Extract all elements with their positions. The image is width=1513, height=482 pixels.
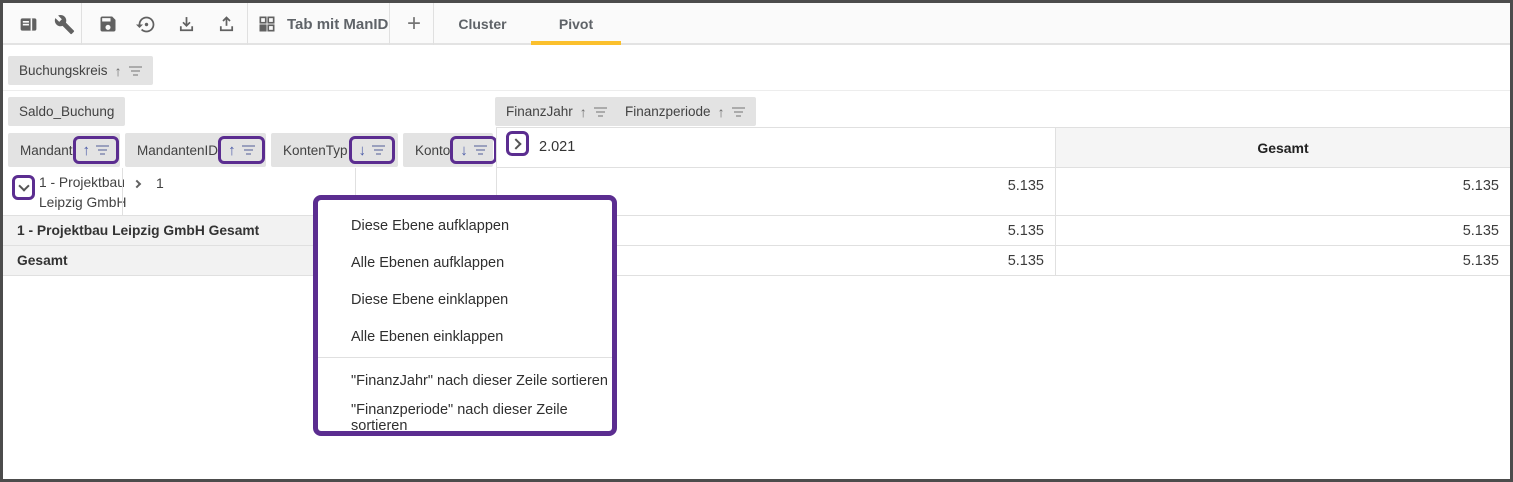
chevron-right-icon — [510, 138, 521, 149]
field-chip-label: FinanzJahr — [506, 104, 573, 119]
filter-icon[interactable] — [732, 107, 745, 117]
collapse-row-button[interactable] — [12, 175, 35, 200]
field-chip-finanzperiode[interactable]: Finanzperiode ↑ — [614, 97, 756, 126]
chevron-down-icon — [18, 180, 29, 191]
download-button[interactable] — [167, 5, 205, 43]
konto-sort-filter-box[interactable]: ↓ — [450, 136, 497, 164]
row-label: 1 - Projektbau Leipzig GmbH — [39, 173, 131, 213]
tab-with-manid-button[interactable]: Tab mit ManID — [257, 5, 388, 43]
kontentyp-sort-filter-box[interactable]: ↓ — [349, 136, 396, 164]
menu-divider — [318, 357, 612, 358]
sort-asc-icon[interactable]: ↑ — [580, 105, 587, 119]
menu-item-sort-finanzperiode[interactable]: "Finanzperiode" nach dieser Zeile sortie… — [318, 399, 612, 436]
menu-item-collapse-all-levels[interactable]: Alle Ebenen einklappen — [318, 318, 612, 355]
mandant-sort-filter-box[interactable]: ↑ — [73, 136, 120, 164]
tab-pivot[interactable]: Pivot — [531, 3, 621, 45]
sort-desc-icon[interactable]: ↓ — [460, 143, 468, 158]
tab-pivot-label: Pivot — [559, 16, 593, 32]
add-tab-button[interactable]: + — [395, 5, 433, 43]
filter-icon[interactable] — [96, 145, 109, 155]
context-menu: Diese Ebene aufklappen Alle Ebenen aufkl… — [313, 195, 617, 436]
column-divider — [122, 168, 123, 216]
active-tab-underline — [531, 41, 621, 45]
download-icon — [176, 14, 197, 35]
settings-button[interactable] — [45, 5, 83, 43]
section-divider — [3, 90, 1510, 91]
filter-icon[interactable] — [242, 145, 255, 155]
toolbar-separator — [247, 3, 248, 45]
plus-icon: + — [407, 10, 421, 38]
field-chip-buchungskreis[interactable]: Buchungskreis ↑ — [8, 56, 153, 85]
upload-button[interactable] — [207, 5, 245, 43]
view-list-button[interactable] — [9, 5, 47, 43]
pivot-app: Tab mit ManID + Cluster Pivot Buchungskr… — [3, 3, 1510, 479]
child-row-label: 1 — [156, 175, 164, 191]
expand-column-group-button[interactable] — [506, 131, 529, 156]
sort-asc-icon[interactable]: ↑ — [228, 143, 236, 158]
menu-item-expand-this-level[interactable]: Diese Ebene aufklappen — [318, 207, 612, 244]
restore-button[interactable] — [127, 5, 165, 43]
grand-total-header-label: Gesamt — [1257, 140, 1308, 156]
tab-cluster-label: Cluster — [458, 16, 506, 32]
mandantenid-sort-filter-box[interactable]: ↑ — [218, 136, 265, 164]
sort-asc-icon[interactable]: ↑ — [83, 143, 91, 158]
field-chip-label: Saldo_Buchung — [19, 104, 114, 119]
field-chip-mandant[interactable]: Mandant ↑ — [8, 133, 120, 167]
expand-child-chevron-right-icon[interactable] — [133, 180, 141, 188]
field-chip-label: KontenTyp — [283, 143, 348, 158]
value-cell: 5.135 — [1055, 216, 1510, 246]
field-chip-label: MandantenID — [137, 143, 218, 158]
dashboard-icon — [257, 14, 277, 34]
menu-item-collapse-this-level[interactable]: Diese Ebene einklappen — [318, 281, 612, 318]
save-icon — [98, 14, 118, 34]
grand-total-column-header: Gesamt — [1055, 127, 1510, 168]
sort-asc-icon[interactable]: ↑ — [115, 64, 122, 78]
filter-icon[interactable] — [474, 145, 487, 155]
column-group-header-2021: 2.021 — [496, 127, 1055, 168]
save-button[interactable] — [89, 5, 127, 43]
upload-icon — [216, 14, 237, 35]
tab-with-manid-label: Tab mit ManID — [287, 16, 388, 33]
filter-icon[interactable] — [129, 66, 142, 76]
wrench-icon — [54, 14, 75, 35]
toolbar-separator — [389, 3, 390, 45]
field-chip-finanzjahr[interactable]: FinanzJahr ↑ — [495, 97, 618, 126]
field-chip-kontentyp[interactable]: KontenTyp ↓ — [271, 133, 398, 167]
filter-icon[interactable] — [372, 145, 385, 155]
menu-item-sort-finanzjahr[interactable]: "FinanzJahr" nach dieser Zeile sortieren — [318, 362, 612, 399]
field-chip-saldo-buchung[interactable]: Saldo_Buchung — [8, 97, 125, 126]
history-restore-icon — [136, 14, 157, 35]
filter-icon[interactable] — [594, 107, 607, 117]
value-cell: 5.135 — [1055, 246, 1510, 276]
toolbar: Tab mit ManID + Cluster Pivot — [3, 3, 1510, 45]
field-chip-label: Mandant — [20, 143, 73, 158]
value-cell: 5.135 — [1055, 168, 1510, 216]
window-frame: Tab mit ManID + Cluster Pivot Buchungskr… — [0, 0, 1513, 482]
sort-desc-icon[interactable]: ↓ — [359, 143, 367, 158]
column-group-label: 2.021 — [539, 139, 575, 155]
menu-item-expand-all-levels[interactable]: Alle Ebenen aufklappen — [318, 244, 612, 281]
sort-asc-icon[interactable]: ↑ — [718, 105, 725, 119]
view-list-icon — [18, 14, 39, 35]
field-chip-label: Buchungskreis — [19, 63, 108, 78]
field-chip-mandantenid[interactable]: MandantenID ↑ — [125, 133, 266, 167]
field-chip-label: Finanzperiode — [625, 104, 711, 119]
toolbar-separator — [81, 3, 82, 45]
field-chip-label: Konto — [415, 143, 450, 158]
tab-cluster[interactable]: Cluster — [434, 3, 531, 45]
field-chip-konto[interactable]: Konto ↓ — [403, 133, 493, 167]
